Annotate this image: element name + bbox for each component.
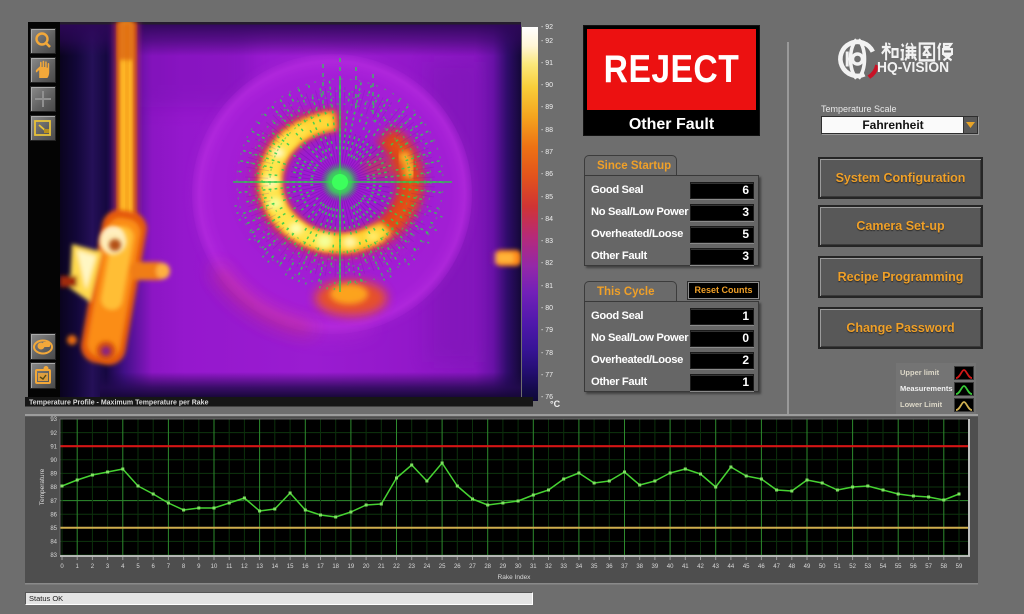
svg-text:52: 52: [849, 564, 856, 570]
svg-text:18: 18: [332, 564, 339, 570]
svg-text:46: 46: [758, 564, 765, 570]
svg-text:85: 85: [50, 526, 57, 532]
svg-text:40: 40: [667, 564, 674, 570]
svg-text:25: 25: [439, 564, 446, 570]
svg-text:12: 12: [241, 564, 248, 570]
svg-text:55: 55: [895, 564, 902, 570]
svg-text:17: 17: [317, 564, 324, 570]
svg-text:15: 15: [287, 564, 294, 570]
svg-text:Rake Index: Rake Index: [498, 574, 532, 581]
svg-text:48: 48: [788, 564, 795, 570]
svg-text:30: 30: [515, 564, 522, 570]
svg-text:14: 14: [271, 564, 278, 570]
svg-text:29: 29: [500, 564, 507, 570]
svg-text:87: 87: [50, 499, 57, 505]
svg-text:20: 20: [363, 564, 370, 570]
svg-text:93: 93: [50, 417, 57, 423]
svg-text:21: 21: [378, 564, 385, 570]
svg-text:35: 35: [591, 564, 598, 570]
svg-text:53: 53: [864, 564, 871, 570]
svg-text:86: 86: [50, 512, 57, 518]
svg-text:44: 44: [728, 564, 735, 570]
svg-text:59: 59: [956, 564, 963, 570]
svg-text:22: 22: [393, 564, 400, 570]
svg-text:10: 10: [211, 564, 218, 570]
svg-text:24: 24: [424, 564, 431, 570]
svg-text:84: 84: [50, 540, 57, 546]
svg-text:13: 13: [256, 564, 263, 570]
svg-text:33: 33: [560, 564, 567, 570]
svg-text:89: 89: [50, 472, 57, 478]
svg-text:16: 16: [302, 564, 309, 570]
svg-text:88: 88: [50, 485, 57, 491]
svg-text:50: 50: [819, 564, 826, 570]
svg-text:37: 37: [621, 564, 628, 570]
svg-text:83: 83: [50, 553, 57, 559]
svg-text:26: 26: [454, 564, 461, 570]
svg-text:54: 54: [880, 564, 887, 570]
svg-text:51: 51: [834, 564, 841, 570]
svg-text:57: 57: [925, 564, 932, 570]
svg-text:58: 58: [940, 564, 947, 570]
svg-text:45: 45: [743, 564, 750, 570]
svg-text:39: 39: [652, 564, 659, 570]
svg-text:90: 90: [50, 458, 57, 464]
svg-text:41: 41: [682, 564, 689, 570]
svg-text:27: 27: [469, 564, 476, 570]
svg-text:28: 28: [484, 564, 491, 570]
svg-text:11: 11: [226, 564, 233, 570]
svg-text:31: 31: [530, 564, 537, 570]
svg-text:43: 43: [712, 564, 719, 570]
svg-text:Temperature: Temperature: [39, 468, 46, 505]
svg-text:34: 34: [576, 564, 583, 570]
svg-text:42: 42: [697, 564, 704, 570]
svg-text:49: 49: [804, 564, 811, 570]
svg-text:91: 91: [50, 444, 57, 450]
svg-text:36: 36: [606, 564, 613, 570]
svg-text:32: 32: [545, 564, 552, 570]
svg-text:47: 47: [773, 564, 780, 570]
svg-text:Temperature Profile - Maximum: Temperature Profile - Maximum Temperatur…: [29, 400, 209, 407]
svg-text:92: 92: [50, 431, 57, 437]
svg-text:56: 56: [910, 564, 917, 570]
svg-text:19: 19: [348, 564, 355, 570]
svg-text:23: 23: [408, 564, 415, 570]
svg-text:38: 38: [636, 564, 643, 570]
